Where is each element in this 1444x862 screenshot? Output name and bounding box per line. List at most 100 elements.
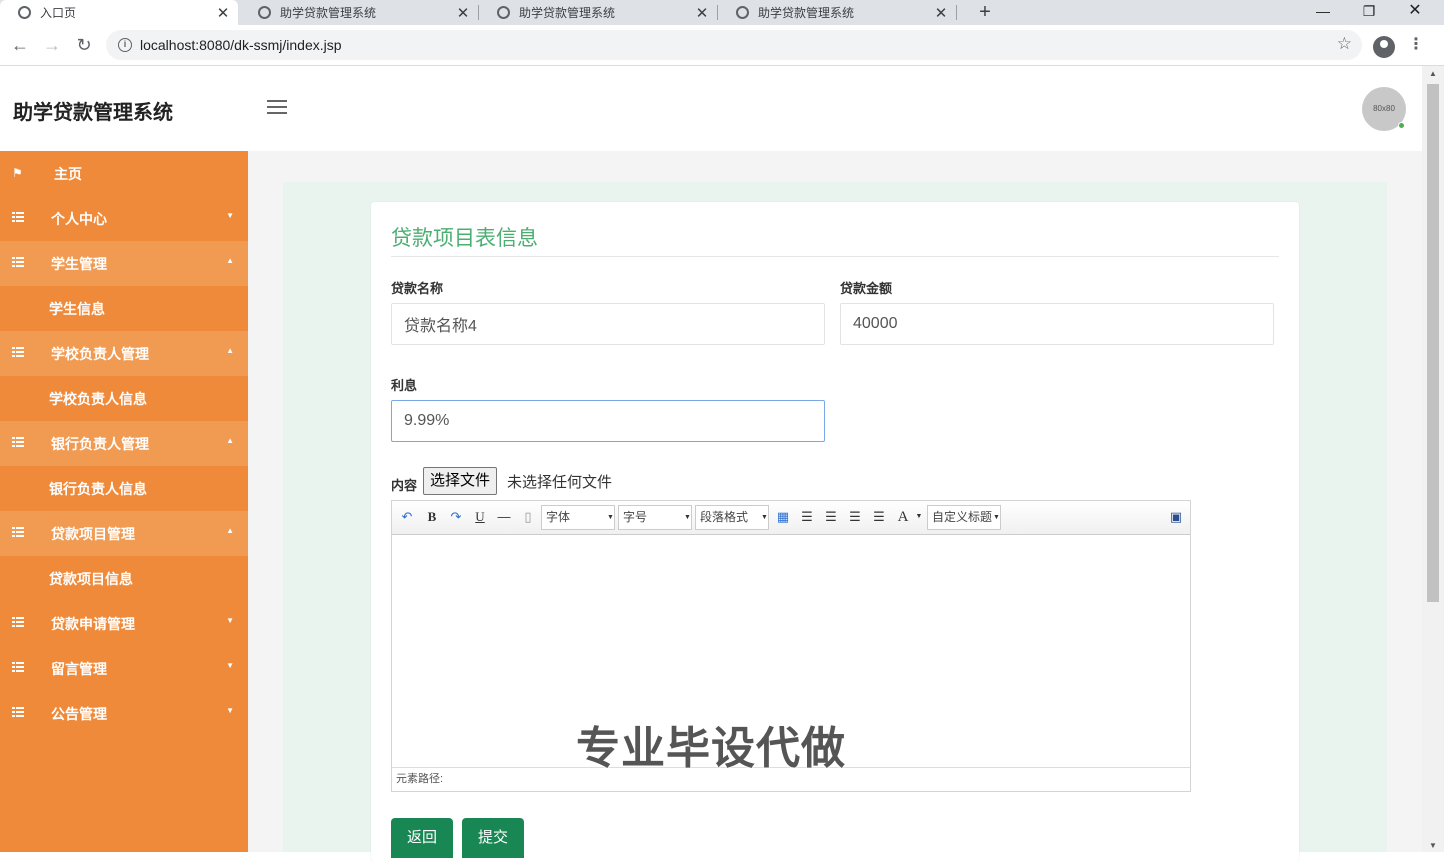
browser-tab-4[interactable]: 助学贷款管理系统 ✕ [718, 0, 957, 25]
globe-icon [18, 6, 31, 19]
scrollbar-thumb[interactable] [1427, 84, 1439, 602]
choose-file-button[interactable]: 选择文件 [423, 467, 498, 495]
bold-icon[interactable]: B [423, 508, 441, 526]
avatar[interactable]: 80x80 [1362, 87, 1406, 131]
reload-icon[interactable]: ↻ [72, 33, 96, 57]
grid-icon [12, 616, 24, 630]
sidebar-item-label: 留言管理 [51, 660, 107, 677]
sidebar-item-home[interactable]: ⚑ 主页 [0, 151, 248, 196]
profile-icon[interactable] [1373, 36, 1395, 58]
tab-close-icon[interactable]: ✕ [214, 4, 232, 22]
globe-icon [736, 6, 749, 19]
browser-tab-entry[interactable]: 入口页 ✕ [0, 0, 238, 25]
grid-icon [12, 346, 24, 360]
url-text[interactable]: localhost:8080/dk-ssmj/index.jsp [140, 37, 342, 53]
page-scrollbar[interactable]: ▲ ▼ [1422, 66, 1444, 852]
grid-icon [12, 436, 24, 450]
back-arrow-icon[interactable]: ← [8, 33, 32, 57]
tab-close-icon[interactable]: ✕ [693, 4, 711, 22]
align-left-icon[interactable]: ☰ [798, 508, 816, 526]
browser-menu-icon[interactable]: ⋮ [1408, 33, 1424, 57]
browser-tab-bar: 入口页 ✕ 助学贷款管理系统 ✕ 助学贷款管理系统 ✕ 助学贷款管理系统 ✕ +… [0, 0, 1444, 25]
loan-amount-label: 贷款金额 [840, 281, 893, 296]
tab-close-icon[interactable]: ✕ [454, 4, 472, 22]
loan-name-label: 贷款名称 [391, 281, 444, 296]
tab-title: 助学贷款管理系统 [758, 6, 855, 20]
forward-arrow-icon[interactable]: → [40, 33, 64, 57]
fullscreen-icon[interactable]: ▣ [1167, 508, 1185, 526]
sidebar-item-label: 贷款申请管理 [51, 615, 135, 632]
table-icon[interactable]: ▦ [774, 508, 792, 526]
sidebar-subitem-loan-project-info[interactable]: 贷款项目信息 [0, 556, 248, 601]
divider [391, 256, 1279, 257]
caret-up-icon: ▲ [226, 256, 234, 265]
align-center-icon[interactable]: ☰ [846, 508, 864, 526]
custom-title-select[interactable]: 自定义标题 ▼ [927, 505, 1001, 530]
horizontal-rule-icon[interactable]: — [495, 508, 513, 526]
submit-button[interactable]: 提交 [462, 818, 525, 858]
sidebar-item-label: 主页 [54, 165, 82, 182]
select-value: 段落格式 [700, 510, 749, 524]
content-label: 内容 [391, 478, 418, 493]
tab-title: 入口页 [40, 6, 77, 20]
minimize-icon[interactable]: — [1300, 0, 1346, 25]
sidebar-item-school-manager[interactable]: 学校负责人管理 ▲ [0, 331, 248, 376]
online-status-icon [1398, 122, 1405, 129]
restore-icon[interactable]: ❐ [1346, 0, 1392, 25]
font-color-dropdown-icon[interactable]: ▼ [910, 508, 928, 526]
sidebar-subitem-school-manager-info[interactable]: 学校负责人信息 [0, 376, 248, 421]
sidebar-item-label: 学生管理 [51, 255, 107, 272]
sidebar-item-message[interactable]: 留言管理 ▼ [0, 646, 248, 691]
redo-icon[interactable]: ↷ [447, 508, 465, 526]
app-logo-title: 助学贷款管理系统 [13, 102, 173, 124]
back-button[interactable]: 返回 [391, 818, 454, 858]
sidebar-subitem-bank-manager-info[interactable]: 银行负责人信息 [0, 466, 248, 511]
sidebar-item-personal-center[interactable]: 个人中心 ▼ [0, 196, 248, 241]
blank-page-icon[interactable]: ▯ [519, 508, 537, 526]
address-bar[interactable]: i localhost:8080/dk-ssmj/index.jsp ☆ [106, 30, 1362, 60]
sidebar-item-label: 贷款项目管理 [51, 525, 135, 542]
sidebar-item-student-management[interactable]: 学生管理 ▲ [0, 241, 248, 286]
select-value: 自定义标题 [932, 510, 993, 524]
select-value: 字号 [623, 510, 648, 524]
caret-down-icon: ▼ [226, 616, 234, 625]
grid-icon [12, 706, 24, 720]
scroll-down-icon[interactable]: ▼ [1427, 841, 1439, 850]
window-close-icon[interactable]: ✕ [1392, 0, 1438, 25]
grid-icon [12, 211, 24, 225]
caret-up-icon: ▲ [226, 346, 234, 355]
app-header: 助学贷款管理系统 80x80 [0, 66, 1422, 151]
font-family-select[interactable]: 字体 ▼ [541, 505, 615, 530]
flag-icon: ⚑ [12, 166, 23, 180]
sidebar-item-loan-project[interactable]: 贷款项目管理 ▲ [0, 511, 248, 556]
bookmark-star-icon[interactable]: ☆ [1337, 34, 1352, 54]
hamburger-menu-icon[interactable] [267, 100, 287, 116]
editor-toolbar: ↶ B ↷ U — ▯ 字体 ▼ 字号 ▼ 段落格式 ▼ ▦ ☰ ☰ ☰ ☰ A ▼ … [392, 501, 1190, 535]
sidebar-subitem-label: 贷款项目信息 [49, 571, 133, 587]
browser-tab-2[interactable]: 助学贷款管理系统 ✕ [240, 0, 479, 25]
scroll-up-icon[interactable]: ▲ [1427, 69, 1439, 78]
undo-icon[interactable]: ↶ [398, 508, 416, 526]
tab-title: 助学贷款管理系统 [519, 6, 616, 20]
loan-amount-input[interactable]: 40000 [840, 303, 1274, 345]
interest-input[interactable]: 9.99% [391, 400, 825, 442]
sidebar-subitem-label: 学生信息 [49, 301, 105, 317]
sidebar-subitem-student-info[interactable]: 学生信息 [0, 286, 248, 331]
paragraph-format-select[interactable]: 段落格式 ▼ [695, 505, 769, 530]
sidebar-item-bank-manager[interactable]: 银行负责人管理 ▲ [0, 421, 248, 466]
browser-tab-3[interactable]: 助学贷款管理系统 ✕ [479, 0, 718, 25]
loan-name-input[interactable]: 贷款名称4 [391, 303, 825, 345]
browser-toolbar: ← → ↻ i localhost:8080/dk-ssmj/index.jsp… [0, 25, 1444, 66]
new-tab-icon[interactable]: + [974, 0, 996, 25]
font-size-select[interactable]: 字号 ▼ [618, 505, 692, 530]
info-icon[interactable]: i [118, 38, 132, 52]
globe-icon [258, 6, 271, 19]
align-right-icon[interactable]: ☰ [822, 508, 840, 526]
sidebar-item-notice[interactable]: 公告管理 ▼ [0, 691, 248, 736]
globe-icon [497, 6, 510, 19]
underline-icon[interactable]: U [471, 508, 489, 526]
sidebar: ⚑ 主页 个人中心 ▼ 学生管理 ▲ 学生信息 学校负责人管理 ▲ 学校负责人信… [0, 151, 248, 852]
sidebar-item-loan-application[interactable]: 贷款申请管理 ▼ [0, 601, 248, 646]
tab-close-icon[interactable]: ✕ [932, 4, 950, 22]
align-justify-icon[interactable]: ☰ [870, 508, 888, 526]
